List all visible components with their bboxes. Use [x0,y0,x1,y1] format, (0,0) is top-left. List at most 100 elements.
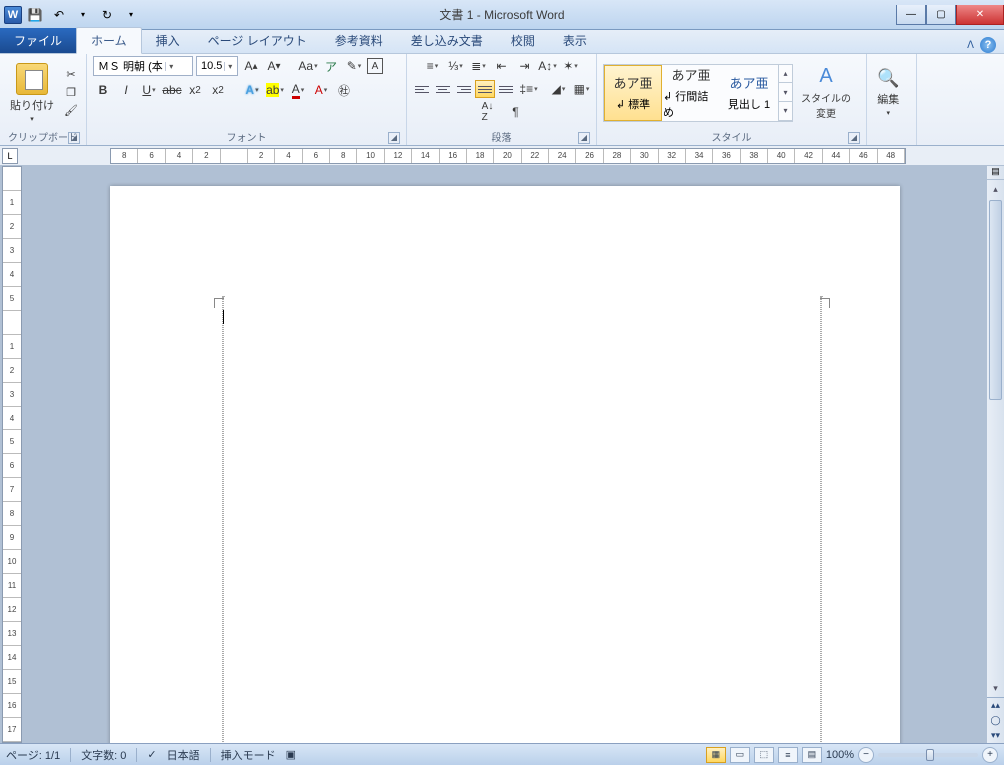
numbering-button[interactable]: ⅓ [446,56,466,76]
page[interactable] [110,186,900,743]
vertical-scrollbar[interactable]: ▤ ▴ ▾ ▴▴ ◯ ▾▾ [986,166,1004,743]
maximize-button[interactable]: ▢ [926,5,956,25]
sort-button[interactable]: A↓Z [478,102,498,122]
highlight-button[interactable]: ab [265,80,285,100]
zoom-thumb[interactable] [926,749,934,761]
decrease-indent-button[interactable]: ⇤ [492,56,512,76]
char-shading-button[interactable]: A [311,80,331,100]
zoom-out-button[interactable]: − [858,747,874,763]
styles-dialog-launcher[interactable]: ◢ [848,132,860,144]
change-styles-button[interactable]: A スタイルの 変更 [797,63,855,122]
next-page-button[interactable]: ▾▾ [987,728,1004,743]
shrink-font-button[interactable]: A▾ [264,56,284,76]
spellcheck-icon[interactable]: ✓ [147,748,156,761]
gallery-up-button[interactable]: ▴ [779,65,792,84]
text-effects-button[interactable]: A [242,80,262,100]
zoom-in-button[interactable]: + [982,747,998,763]
qat-customize[interactable]: ▾ [120,4,142,26]
strikethrough-button[interactable]: abc [162,80,182,100]
browse-object-button[interactable]: ◯ [987,713,1004,728]
gallery-more-button[interactable]: ▾ [779,102,792,121]
print-layout-view[interactable]: ▦ [706,747,726,763]
page-indicator[interactable]: ページ: 1/1 [6,747,60,763]
tab-mailings[interactable]: 差し込み文書 [397,28,497,53]
asian-layout-button[interactable]: ✶ [561,56,581,76]
align-distribute-button[interactable] [496,80,516,98]
align-right-button[interactable] [454,80,474,98]
help-icon[interactable]: ? [980,37,996,53]
vertical-ruler[interactable]: 123451234567891011121314151617 [2,166,22,743]
font-dialog-launcher[interactable]: ◢ [388,132,400,144]
scroll-thumb[interactable] [989,200,1002,400]
tab-references[interactable]: 参考資料 [321,28,397,53]
draft-view[interactable]: ▤ [802,747,822,763]
outline-view[interactable]: ≡ [778,747,798,763]
underline-button[interactable]: U [139,80,159,100]
align-center-button[interactable] [433,80,453,98]
cut-button[interactable]: ✂ [62,67,80,83]
font-size-combo[interactable]: 10.5▾ [196,56,238,76]
close-button[interactable]: ✕ [956,5,1004,25]
change-case-button[interactable]: Aa [298,56,318,76]
gallery-down-button[interactable]: ▾ [779,83,792,102]
line-spacing-button[interactable]: ‡≡ [519,79,539,99]
format-painter-button[interactable]: 🖌 [62,103,80,119]
tab-selector[interactable]: L [2,148,18,164]
copy-button[interactable]: ❐ [62,85,80,101]
font-color-button[interactable]: A [288,80,308,100]
shading-button[interactable]: ◢ [549,79,569,99]
horizontal-ruler[interactable]: 8642246810121416182022242628303234363840… [110,148,906,164]
style-normal[interactable]: あア亜↲ 標準 [604,65,662,121]
enclose-char-button[interactable]: ㊓ [334,80,354,100]
style-heading1[interactable]: あア亜見出し 1 [720,65,778,121]
prev-page-button[interactable]: ▴▴ [987,698,1004,713]
multilevel-list-button[interactable]: ≣ [469,56,489,76]
clipboard-dialog-launcher[interactable]: ◢ [68,132,80,144]
scroll-up-button[interactable]: ▴ [987,180,1004,198]
group-paragraph: ≡ ⅓ ≣ ⇤ ⇥ A↕ ✶ ‡≡ ◢ ▦ [407,54,597,145]
ruler-toggle-button[interactable]: ▤ [987,166,1004,180]
web-layout-view[interactable]: ⬚ [754,747,774,763]
find-button[interactable]: 🔍 編集 ▾ [873,66,903,119]
character-border-button[interactable]: A [367,58,383,74]
word-count[interactable]: 文字数: 0 [81,747,126,763]
minimize-button[interactable]: — [896,5,926,25]
style-no-spacing[interactable]: あア亜↲ 行間詰め [662,65,720,121]
clear-formatting-button[interactable]: ✎ [344,56,364,76]
show-marks-button[interactable]: ¶ [506,102,526,122]
tab-page-layout[interactable]: ページ レイアウト [194,28,321,53]
align-left-button[interactable] [412,80,432,98]
tab-home[interactable]: ホーム [76,27,142,54]
bullets-button[interactable]: ≡ [423,56,443,76]
macro-record-icon[interactable]: ▣ [286,748,296,761]
language-indicator[interactable]: 日本語 [167,747,200,763]
undo-button[interactable]: ↶ [48,4,70,26]
redo-button[interactable]: ↻ [96,4,118,26]
tab-insert[interactable]: 挿入 [142,28,194,53]
font-name-combo[interactable]: ＭＳ 明朝 (本▾ [93,56,193,76]
minimize-ribbon-button[interactable]: ᐱ [967,40,974,51]
scroll-down-button[interactable]: ▾ [987,679,1004,697]
page-viewport[interactable] [22,166,986,743]
save-button[interactable]: 💾 [24,4,46,26]
tab-view[interactable]: 表示 [549,28,601,53]
insert-mode[interactable]: 挿入モード [221,747,276,763]
align-justify-button[interactable] [475,80,495,98]
tab-file[interactable]: ファイル [0,28,76,53]
zoom-level[interactable]: 100% [826,749,854,761]
paste-button[interactable]: 貼り付け ▾ [6,61,58,125]
paragraph-dialog-launcher[interactable]: ◢ [578,132,590,144]
bold-button[interactable]: B [93,80,113,100]
grow-font-button[interactable]: A▴ [241,56,261,76]
superscript-button[interactable]: x2 [208,80,228,100]
fullscreen-reading-view[interactable]: ▭ [730,747,750,763]
subscript-button[interactable]: x2 [185,80,205,100]
text-direction-button[interactable]: A↕ [538,56,558,76]
borders-button[interactable]: ▦ [572,79,592,99]
zoom-slider[interactable] [878,753,978,757]
undo-dropdown[interactable]: ▾ [72,4,94,26]
increase-indent-button[interactable]: ⇥ [515,56,535,76]
phonetic-guide-button[interactable]: ア [321,56,341,76]
italic-button[interactable]: I [116,80,136,100]
tab-review[interactable]: 校閲 [497,28,549,53]
